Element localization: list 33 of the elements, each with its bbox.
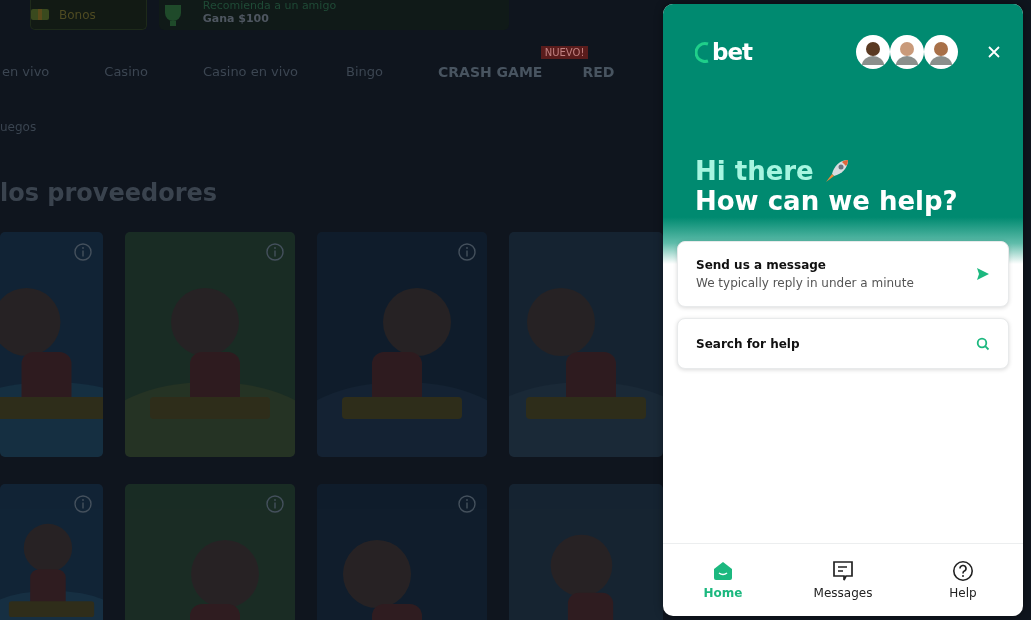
- bonus-banner[interactable]: Bonos: [30, 0, 147, 30]
- help-prompt: How can we help?: [695, 186, 959, 216]
- search-icon: [976, 336, 990, 351]
- message-card[interactable]: Send us a message We typically reply in under a minute: [677, 241, 1009, 307]
- avatar: [889, 33, 925, 70]
- close-icon[interactable]: [987, 44, 1001, 59]
- home-icon: [712, 560, 734, 582]
- card-subtitle: We typically reply in under a minute: [696, 276, 914, 290]
- referral-subtitle: Gana $100: [202, 12, 270, 25]
- nav-tab[interactable]: Messages: [783, 544, 903, 616]
- info-icon[interactable]: [265, 494, 285, 514]
- nav-tab[interactable]: Home: [663, 544, 783, 616]
- info-icon[interactable]: [457, 494, 477, 514]
- card-title: Send us a message: [696, 258, 827, 272]
- avatar: [923, 33, 959, 70]
- game-logo[interactable]: RED: [582, 63, 615, 80]
- ring-icon: [695, 40, 711, 63]
- help-icon: [952, 560, 974, 582]
- info-icon[interactable]: [73, 494, 93, 514]
- info-icon[interactable]: [265, 242, 285, 262]
- nav-tab[interactable]: Help: [903, 544, 1023, 616]
- new-badge: NUEVO!: [540, 45, 589, 59]
- bonus-label: Bonos: [59, 7, 96, 22]
- send-icon: [976, 267, 990, 281]
- greeting: Hi there: [695, 156, 814, 186]
- game-logo[interactable]: CRASH GAME: [438, 63, 543, 80]
- info-icon[interactable]: [73, 242, 93, 262]
- avatar: [855, 33, 891, 70]
- brand-logo: bet: [695, 38, 753, 65]
- chat-icon: [832, 560, 854, 582]
- search-card[interactable]: Search for help: [677, 318, 1009, 369]
- info-icon[interactable]: [457, 242, 477, 262]
- card-title: Search for help: [696, 336, 800, 351]
